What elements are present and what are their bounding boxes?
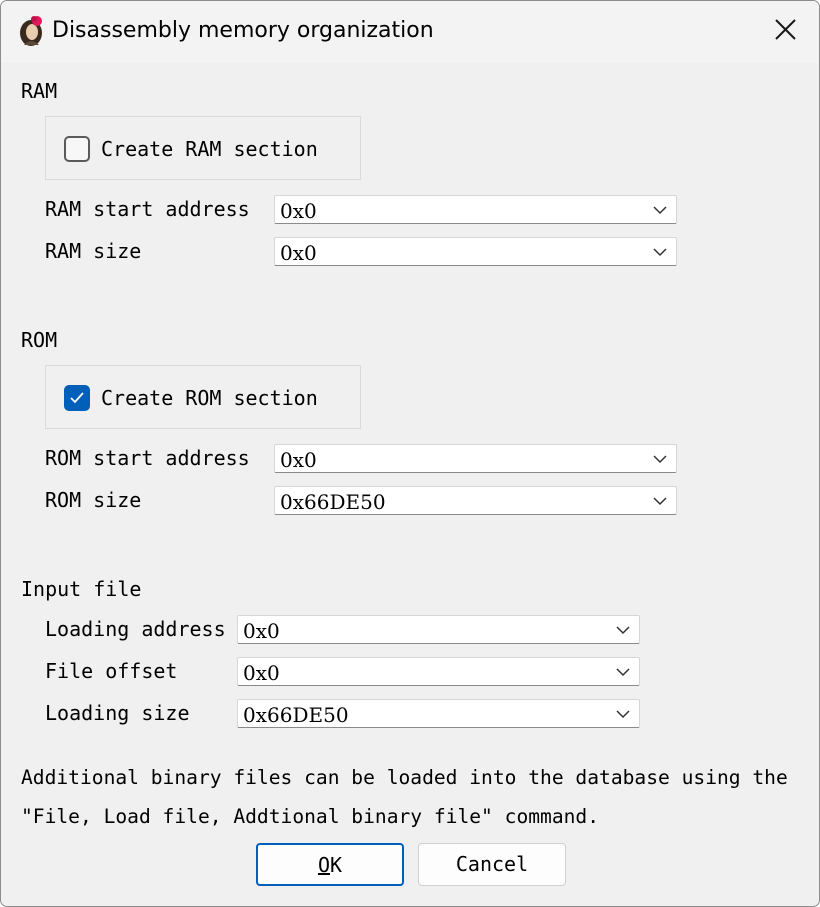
create-rom-checkbox[interactable]	[64, 385, 90, 411]
ram-size-value: 0x0	[280, 241, 317, 265]
rom-start-address-combo[interactable]: 0x0	[274, 444, 677, 473]
loading-size-label: Loading size	[45, 701, 190, 725]
window-title: Disassembly memory organization	[52, 18, 434, 43]
ram-start-address-value: 0x0	[280, 199, 317, 223]
file-offset-value: 0x0	[243, 661, 280, 685]
chevron-down-icon	[616, 710, 630, 719]
ok-mnemonic: O	[317, 853, 330, 877]
info-text-line-1: Additional binary files can be loaded in…	[21, 766, 788, 789]
ram-create-group: Create RAM section	[45, 116, 361, 180]
ok-button[interactable]: OK	[256, 843, 404, 886]
info-text-line-2: "File, Load file, Addtional binary file"…	[21, 805, 600, 828]
ok-label: K	[330, 853, 343, 877]
rom-start-address-value: 0x0	[280, 448, 317, 472]
ram-size-label: RAM size	[45, 239, 142, 263]
chevron-down-icon	[653, 248, 667, 257]
chevron-down-icon	[653, 206, 667, 215]
cancel-button[interactable]: Cancel	[418, 843, 566, 886]
dialog-window: Disassembly memory organization RAM Crea…	[0, 0, 820, 907]
loading-size-value: 0x66DE50	[243, 703, 349, 727]
chevron-down-icon	[653, 455, 667, 464]
create-ram-label[interactable]: Create RAM section	[101, 136, 318, 162]
chevron-down-icon	[616, 626, 630, 635]
rom-start-address-label: ROM start address	[45, 446, 250, 470]
rom-create-group: Create ROM section	[45, 365, 361, 429]
rom-size-combo[interactable]: 0x66DE50	[274, 486, 677, 515]
close-button[interactable]	[761, 9, 809, 53]
file-offset-label: File offset	[45, 659, 178, 683]
ram-section-label: RAM	[21, 79, 58, 103]
ram-start-address-label: RAM start address	[45, 197, 250, 221]
rom-size-label: ROM size	[45, 488, 142, 512]
close-icon	[775, 19, 796, 40]
input-file-section-label: Input file	[21, 577, 142, 601]
loading-size-combo[interactable]: 0x66DE50	[237, 699, 640, 728]
ram-start-address-combo[interactable]: 0x0	[274, 195, 677, 224]
rom-size-value: 0x66DE50	[280, 490, 386, 514]
chevron-down-icon	[653, 497, 667, 506]
title-bar: Disassembly memory organization	[1, 1, 819, 63]
loading-address-combo[interactable]: 0x0	[237, 615, 640, 644]
create-rom-label[interactable]: Create ROM section	[101, 385, 318, 411]
ida-portrait-icon	[20, 16, 42, 46]
checkmark-icon	[70, 392, 84, 404]
chevron-down-icon	[616, 668, 630, 677]
create-ram-checkbox[interactable]	[64, 136, 90, 162]
loading-address-label: Loading address	[45, 617, 226, 641]
rom-section-label: ROM	[21, 328, 58, 352]
file-offset-combo[interactable]: 0x0	[237, 657, 640, 686]
loading-address-value: 0x0	[243, 619, 280, 643]
ram-size-combo[interactable]: 0x0	[274, 237, 677, 266]
